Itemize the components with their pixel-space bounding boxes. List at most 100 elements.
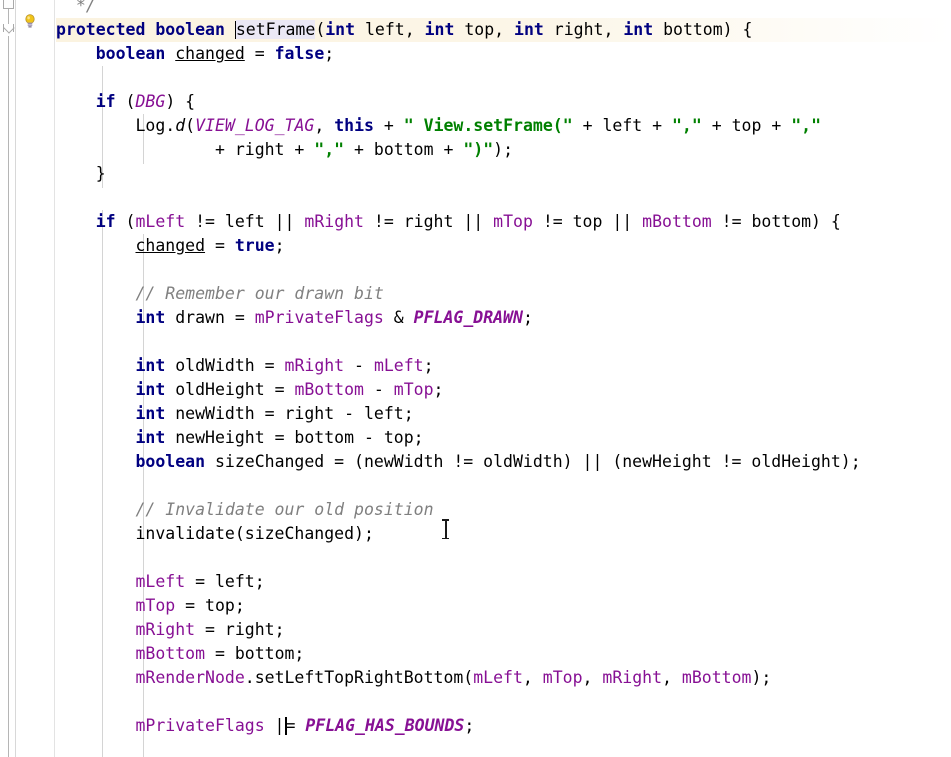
code-line[interactable]: Log.d(VIEW_LOG_TAG, this + " View.setFra… [56, 114, 951, 138]
code-token-str: ")" [463, 140, 494, 159]
code-line[interactable]: // Remember our drawn bit [56, 282, 951, 306]
code-token-kw: int [135, 308, 166, 327]
code-token-kw: int [514, 20, 544, 39]
code-token-cmt: */ [56, 0, 96, 15]
code-token-pln: right, [543, 20, 624, 39]
code-token-pln: newHeight = bottom - top; [165, 428, 424, 447]
fold-region-marker[interactable] [3, 0, 14, 9]
code-line[interactable]: protected boolean setFrame(int left, int… [56, 18, 951, 42]
code-lines[interactable]: */ protected boolean setFrame(int left, i… [56, 0, 951, 738]
code-line[interactable]: mPrivateFlags |= PFLAG_HAS_BOUNDS; [56, 714, 951, 738]
code-line[interactable] [56, 330, 951, 354]
lightbulb-icon[interactable] [22, 13, 38, 29]
code-token-fld: mBottom [681, 668, 752, 687]
code-line[interactable] [56, 474, 951, 498]
code-token-pln: + bottom + [344, 140, 464, 159]
code-line[interactable]: changed = true; [56, 234, 951, 258]
code-token-fld: mRight [135, 620, 196, 639]
code-line[interactable]: mBottom = bottom; [56, 642, 951, 666]
code-token-fld: mLeft [373, 356, 424, 375]
code-token-pln: = top; [175, 596, 245, 615]
code-token-str: " View.setFrame(" [403, 116, 573, 135]
code-token-fld: mPrivateFlags [254, 308, 384, 327]
code-line[interactable]: mTop = top; [56, 594, 951, 618]
code-token-fld: mRight [304, 212, 364, 231]
code-line[interactable] [56, 690, 951, 714]
code-token-pln: ; [324, 44, 335, 63]
code-token-kw: int [135, 428, 166, 447]
code-token-pln: = [205, 236, 235, 255]
code-line[interactable]: if (mLeft != left || mRight != right || … [56, 210, 951, 234]
code-token-kw: int [424, 20, 455, 39]
code-line[interactable]: invalidate(sizeChanged); [56, 522, 951, 546]
code-token-pln [145, 20, 155, 39]
code-token-pln: ( [185, 116, 196, 135]
code-line[interactable]: mLeft = left; [56, 570, 951, 594]
code-token-pln: ); [751, 668, 772, 687]
code-line[interactable]: boolean sizeChanged = (newWidth != oldWi… [56, 450, 951, 474]
code-token-kw: protected [56, 20, 146, 39]
code-token-pln: != top || [532, 212, 643, 231]
code-token-cst: DBG [135, 92, 166, 111]
code-line[interactable] [56, 258, 951, 282]
code-token-fld: mLeft [135, 212, 186, 231]
code-token-kw: true [234, 236, 275, 255]
code-line[interactable]: */ [56, 0, 951, 18]
code-token-fld: mBottom [642, 212, 712, 231]
code-token-fld: mLeft [135, 572, 186, 591]
code-line[interactable] [56, 546, 951, 570]
code-line[interactable]: int newHeight = bottom - top; [56, 426, 951, 450]
code-token-str: "," [791, 116, 822, 135]
editor-fold-gutter[interactable] [0, 0, 16, 757]
code-line[interactable] [56, 66, 951, 90]
code-token-pln: + top + [701, 116, 792, 135]
code-token-pln: ( [115, 92, 136, 111]
code-line[interactable]: int oldHeight = mBottom - mTop; [56, 378, 951, 402]
code-token-pln: bottom) { [653, 20, 753, 39]
code-token-pln: newWidth = right - left; [165, 404, 414, 423]
code-token-str: "," [314, 140, 345, 159]
code-token-kw: false [274, 44, 325, 63]
code-text-area[interactable]: */ protected boolean setFrame(int left, i… [56, 0, 951, 757]
code-token-pln: ; [274, 236, 285, 255]
code-token-pln: oldHeight = [165, 380, 295, 399]
code-token-fld: mRight [284, 356, 345, 375]
code-line[interactable]: mRight = right; [56, 618, 951, 642]
code-line[interactable]: + right + "," + bottom + ")"); [56, 138, 951, 162]
code-token-pln: drawn = [165, 308, 255, 327]
code-token-pln: = [285, 716, 306, 735]
code-token-kw: int [135, 404, 166, 423]
code-token-pln: , [582, 668, 603, 687]
code-line[interactable]: mRenderNode.setLeftTopRightBottom(mLeft,… [56, 666, 951, 690]
editor-icon-strip[interactable] [16, 0, 55, 757]
code-token-pln: - [363, 380, 394, 399]
code-token-ital: d [175, 116, 186, 135]
code-token-pln: ( [115, 212, 136, 231]
code-line[interactable]: int drawn = mPrivateFlags & PFLAG_DRAWN; [56, 306, 951, 330]
code-line[interactable]: } [56, 162, 951, 186]
code-editor-window[interactable]: */ protected boolean setFrame(int left, i… [0, 0, 951, 757]
code-line[interactable]: int newWidth = right - left; [56, 402, 951, 426]
code-line[interactable]: boolean changed = false; [56, 42, 951, 66]
fold-collapse-arrow[interactable] [3, 24, 14, 32]
code-token-fld: mTop [493, 212, 533, 231]
code-line[interactable]: // Invalidate our old position [56, 498, 951, 522]
code-token-kw: boolean [135, 452, 206, 471]
code-token-pln: Log. [135, 116, 176, 135]
code-token-cmt: // Remember our drawn bit [135, 284, 384, 303]
code-line[interactable]: if (DBG) { [56, 90, 951, 114]
code-line[interactable]: int oldWidth = mRight - mLeft; [56, 354, 951, 378]
code-token-pln: , [314, 116, 335, 135]
code-token-cstb: PFLAG_DRAWN [413, 308, 523, 327]
code-line[interactable] [56, 186, 951, 210]
